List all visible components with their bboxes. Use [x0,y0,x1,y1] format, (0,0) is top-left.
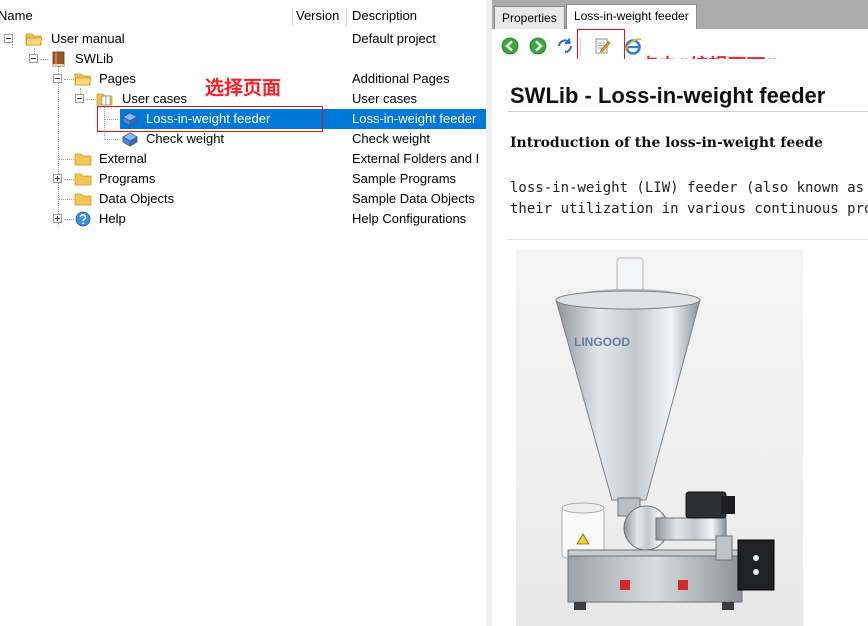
tab-loss-in-weight-feeder[interactable]: Loss-in-weight feeder [566,4,697,29]
page-title: SWLib - Loss-in-weight feeder [510,83,826,108]
column-separator[interactable] [292,8,293,26]
library-book-icon [52,51,65,67]
tree-node-label: Check weight [146,131,225,146]
feeder-machine-illustration: LINGOOD [555,257,775,610]
tree-node-description: Check weight [352,131,431,146]
expand-toggle[interactable] [53,174,62,183]
page-cube-icon [122,132,138,147]
help-icon [75,211,91,227]
refresh-icon[interactable] [556,37,574,55]
paragraph-line-2: their utilization in various continuous … [510,201,868,217]
open-folder-icon [25,33,43,46]
tree-node-description: Sample Data Objects [352,191,475,206]
tree-node-description [352,49,486,69]
paragraph-line-1: loss-in-weight (LIW) feeder (also known … [510,180,865,196]
tree-row-user-manual[interactable]: User manual Default project [0,29,486,49]
section-heading: Introduction of the loss-in-weight feede [510,135,823,151]
select-page-highlight-box [97,106,323,132]
tree-node-label: Data Objects [99,191,175,206]
tree-row-data-objects[interactable]: Data Objects Sample Data Objects [0,189,486,209]
collapse-toggle[interactable] [75,94,84,103]
folder-icon [74,173,92,186]
loss-in-weight-feeder-image: LINGOOD [516,250,803,626]
column-separator[interactable] [346,8,347,26]
tree-row-check-weight[interactable]: Check weight Check weight [0,129,486,149]
edit-page-highlight-box [577,29,625,62]
tree-node-description: Additional Pages [352,71,450,86]
collapse-toggle[interactable] [29,54,38,63]
forward-arrow-icon[interactable] [529,37,547,55]
open-folder-icon [74,73,92,86]
tree-node-label: External [99,151,147,166]
column-header-name[interactable]: Name [0,6,33,26]
tree-row-swlib[interactable]: SWLib [0,49,486,69]
tree-node-label: User manual [51,31,125,46]
tree-node-description: Sample Programs [352,171,457,186]
column-header-description[interactable]: Description [352,6,417,26]
tab-strip: Properties Loss-in-weight feeder [492,0,868,29]
tree-row-external[interactable]: External External Folders and I [0,149,486,169]
tree-node-label: SWLib [75,51,114,66]
tree-node-description: Loss-in-weight feeder [352,111,477,126]
tree-row-programs[interactable]: Programs Sample Programs [0,169,486,189]
collapse-toggle[interactable] [53,74,62,83]
collapse-toggle[interactable] [4,34,13,43]
tree-node-label: Programs [99,171,156,186]
brand-logo-text: LINGOOD [574,335,630,349]
title-divider [508,111,868,112]
page-content: SWLib - Loss-in-weight feeder Introducti… [492,59,868,626]
select-page-annotation: 选择页面 [205,77,282,99]
tree-node-description: Default project [352,31,436,46]
expand-toggle[interactable] [53,214,62,223]
open-book-folder-icon [96,93,113,106]
page-preview-panel: Properties Loss-in-weight feeder 点 [492,0,868,626]
preview-toolbar: 点击“编辑页面” [492,29,868,77]
column-header-version[interactable]: Version [296,6,339,26]
content-divider [508,239,868,240]
back-arrow-icon[interactable] [501,37,519,55]
tree-header: Name Version Description [0,6,486,26]
tab-properties[interactable]: Properties [494,6,565,29]
tree-node-label: Help [99,211,126,226]
project-tree-panel: Name Version Description User manual Def… [0,0,486,626]
tree-node-description: External Folders and I [352,151,480,166]
folder-icon [74,193,92,206]
folder-icon [74,153,92,166]
tree-node-description: Help Configurations [352,211,467,226]
tree-row-help[interactable]: Help Help Configurations [0,209,486,229]
tree-node-description: User cases [352,91,418,106]
